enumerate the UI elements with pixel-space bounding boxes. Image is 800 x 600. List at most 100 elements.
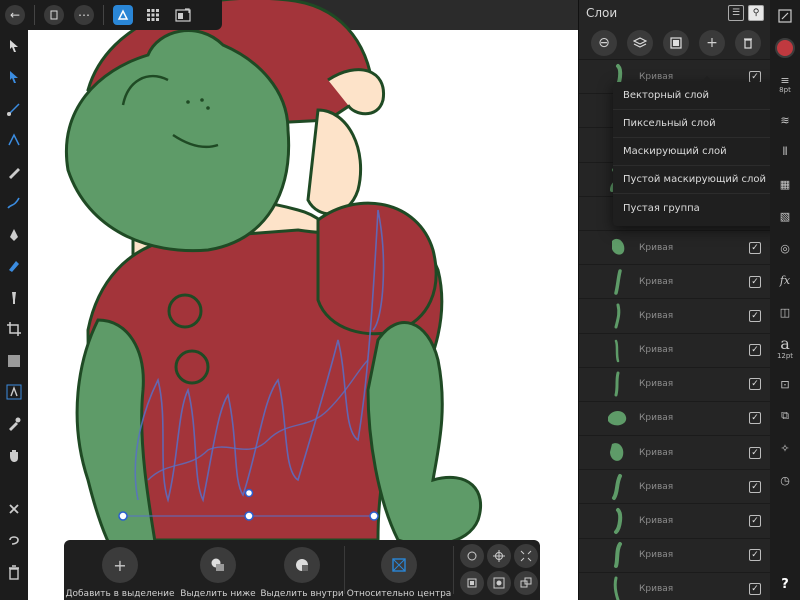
select-below-button[interactable]: Выделить ниже bbox=[176, 540, 260, 600]
menu-item-empty-group[interactable]: Пустая группа bbox=[613, 194, 785, 222]
layer-row[interactable]: Кривая ✓ bbox=[579, 402, 771, 437]
corner-tool[interactable] bbox=[0, 125, 28, 157]
move-tool[interactable] bbox=[0, 30, 28, 62]
arrange-studio-button[interactable]: ⧉ bbox=[770, 400, 800, 432]
pin-icon: ⚲ bbox=[752, 8, 760, 18]
layer-visibility-checkbox[interactable]: ✓ bbox=[749, 344, 761, 357]
vector-brush-tool[interactable] bbox=[0, 188, 28, 220]
add-layer-button[interactable]: + bbox=[699, 29, 725, 56]
menu-item-pixel-layer[interactable]: Пиксельный слой bbox=[613, 110, 785, 138]
snap-arrange-button[interactable] bbox=[514, 571, 538, 595]
crop-tool[interactable] bbox=[0, 314, 28, 346]
layer-name: Кривая bbox=[639, 276, 674, 287]
transform-studio-button[interactable]: ⊡ bbox=[770, 368, 800, 400]
layer-visibility-checkbox[interactable]: ✓ bbox=[749, 275, 761, 288]
export-persona-button[interactable] bbox=[168, 0, 198, 30]
layer-row[interactable]: Кривая ✓ bbox=[579, 470, 771, 505]
layer-visibility-checkbox[interactable]: ✓ bbox=[749, 515, 761, 528]
layer-visibility-checkbox[interactable]: ✓ bbox=[749, 412, 761, 425]
transparency-tool[interactable] bbox=[0, 282, 28, 314]
shape-tool[interactable] bbox=[0, 345, 28, 377]
snap-circle-box-button[interactable] bbox=[487, 571, 511, 595]
effects-studio-button[interactable]: fx bbox=[770, 264, 800, 296]
mask-layer-button[interactable] bbox=[663, 29, 689, 56]
swatches-studio-button[interactable]: ▦ bbox=[770, 168, 800, 200]
relative-to-center-button[interactable]: Относительно центра bbox=[345, 540, 453, 600]
view-tool[interactable] bbox=[0, 440, 28, 472]
layer-row[interactable]: Кривая ✓ bbox=[579, 368, 771, 402]
designer-persona-button[interactable] bbox=[108, 0, 138, 30]
layer-row[interactable]: Кривая ✓ bbox=[579, 334, 771, 368]
panel-menu-button[interactable]: ☰ bbox=[728, 5, 744, 21]
layer-visibility-checkbox[interactable]: ✓ bbox=[749, 583, 761, 596]
back-button[interactable]: ← bbox=[0, 0, 30, 30]
layer-visibility-checkbox[interactable]: ✓ bbox=[749, 378, 761, 391]
pencil-tool[interactable] bbox=[0, 156, 28, 188]
brushes-studio-button[interactable]: ⦀ bbox=[770, 136, 800, 168]
point-transform-tool[interactable] bbox=[0, 93, 28, 125]
delete-layer-button[interactable] bbox=[735, 29, 761, 56]
layer-stack-button[interactable] bbox=[627, 29, 653, 56]
fullscreen-button[interactable] bbox=[770, 0, 800, 32]
rectangle-icon bbox=[8, 354, 20, 367]
layer-visibility-checkbox[interactable]: ✓ bbox=[749, 241, 761, 254]
layer-row[interactable]: Кривая ✓ bbox=[579, 436, 771, 471]
layers-studio-button[interactable]: ≋ bbox=[770, 104, 800, 136]
layer-row[interactable]: Кривая ✓ bbox=[579, 504, 771, 539]
text-frame-icon bbox=[6, 384, 22, 400]
navigator-studio-button[interactable]: ✧ bbox=[770, 432, 800, 464]
context-toolbar: + Добавить в выделение Выделить ниже Выд… bbox=[64, 540, 540, 600]
select-inside-button[interactable]: Выделить внутри bbox=[260, 540, 344, 600]
color-picker-tool[interactable] bbox=[0, 408, 28, 440]
undo-button[interactable] bbox=[0, 525, 28, 557]
layer-visibility-checkbox[interactable]: ✓ bbox=[749, 309, 761, 322]
snap-center-button[interactable] bbox=[487, 544, 511, 568]
artwork[interactable] bbox=[28, 0, 578, 600]
snap-box-button[interactable] bbox=[460, 571, 484, 595]
menu-lines-icon: ☰ bbox=[731, 8, 741, 18]
snap-expand-button[interactable] bbox=[514, 544, 538, 568]
history-studio-button[interactable]: ◷ bbox=[770, 464, 800, 496]
pen-tool[interactable] bbox=[0, 219, 28, 251]
fullscreen-icon bbox=[778, 9, 792, 23]
add-to-selection-button[interactable]: + Добавить в выделение bbox=[64, 540, 176, 600]
right-studio-bar: ≡ 8pt ≋ ⦀ ▦ ▧ ◎ fx ◫ a 12pt ⊡ ⧉ ✧ ◷ ? bbox=[770, 0, 800, 600]
canvas[interactable] bbox=[28, 0, 578, 600]
delete-button[interactable] bbox=[0, 556, 28, 588]
add-layer-menu: Векторный слой Пиксельный слой Маскирующ… bbox=[613, 76, 785, 226]
layer-visibility-checkbox[interactable]: ✓ bbox=[749, 70, 761, 83]
top-toolbar: ← ⋯ bbox=[0, 0, 222, 30]
assets-studio-button[interactable]: ▧ bbox=[770, 200, 800, 232]
fill-tool[interactable] bbox=[0, 251, 28, 283]
color-studio-button[interactable] bbox=[770, 32, 800, 64]
help-button[interactable]: ? bbox=[770, 568, 800, 600]
trash-icon bbox=[9, 565, 19, 580]
close-button[interactable] bbox=[0, 493, 28, 525]
layer-visibility-checkbox[interactable]: ✓ bbox=[749, 480, 761, 493]
stroke-studio-button[interactable]: ≡ 8pt bbox=[770, 64, 800, 104]
menu-item-mask-layer[interactable]: Маскирующий слой bbox=[613, 138, 785, 166]
pin-panel-button[interactable]: ⚲ bbox=[748, 5, 764, 21]
node-tool[interactable] bbox=[0, 62, 28, 94]
bounding-box-icon bbox=[467, 578, 477, 588]
more-button[interactable]: ⋯ bbox=[69, 0, 99, 30]
layer-row[interactable]: Кривая ✓ bbox=[579, 573, 771, 600]
adjustments-studio-button[interactable]: ◎ bbox=[770, 232, 800, 264]
text-studio-button[interactable]: a 12pt bbox=[770, 328, 800, 368]
menu-item-vector-layer[interactable]: Векторный слой bbox=[613, 82, 785, 110]
styles-studio-button[interactable]: ◫ bbox=[770, 296, 800, 328]
pixel-persona-button[interactable] bbox=[138, 0, 168, 30]
layer-row[interactable]: Кривая ✓ bbox=[579, 265, 771, 300]
layer-row[interactable]: Кривая ✓ bbox=[579, 539, 771, 573]
layer-visibility-checkbox[interactable]: ✓ bbox=[749, 446, 761, 459]
document-button[interactable] bbox=[39, 0, 69, 30]
text-tool[interactable] bbox=[0, 377, 28, 409]
layer-visibility-checkbox[interactable]: ✓ bbox=[749, 549, 761, 562]
layer-options-button[interactable]: ⊖ bbox=[591, 29, 617, 56]
menu-item-empty-mask-layer[interactable]: Пустой маскирующий слой bbox=[613, 166, 785, 194]
snap-rotate-button[interactable] bbox=[460, 544, 484, 568]
layer-row[interactable]: Кривая ✓ bbox=[579, 299, 771, 334]
layer-row[interactable]: Кривая ✓ bbox=[579, 231, 771, 266]
toolbar-divider bbox=[34, 5, 35, 25]
layer-name: Кривая bbox=[639, 550, 674, 561]
